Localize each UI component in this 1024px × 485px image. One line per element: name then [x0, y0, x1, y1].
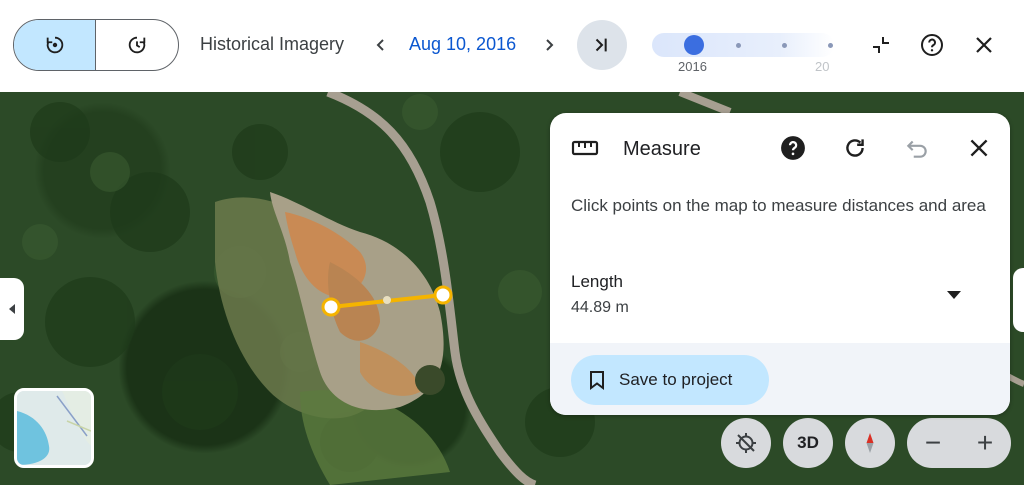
help-button[interactable] — [914, 27, 950, 63]
toolbar-title: Historical Imagery — [200, 34, 345, 54]
save-to-project-label: Save to project — [619, 370, 733, 389]
history-forward-icon — [128, 36, 146, 54]
right-panel-tab[interactable] — [1013, 268, 1024, 332]
close-icon — [976, 37, 992, 53]
close-icon — [970, 139, 988, 157]
measure-close-button[interactable] — [964, 133, 994, 163]
zoom-controls: − + — [907, 418, 1011, 468]
location-off-icon — [736, 433, 756, 453]
skip-to-end-icon — [595, 38, 607, 52]
previous-date-button[interactable] — [371, 33, 391, 57]
timeline-tick[interactable] — [782, 43, 787, 48]
imagery-mode-toggle — [13, 19, 179, 71]
timeline-year-label: 20 — [815, 59, 830, 74]
compass-button[interactable] — [845, 418, 895, 468]
zoom-out-button[interactable]: − — [907, 418, 959, 468]
timeline-handle[interactable] — [684, 35, 704, 55]
history-reverse-icon — [46, 36, 63, 54]
measure-panel: Measure Click points on the map to measu… — [550, 113, 1010, 415]
3d-label: 3D — [797, 433, 819, 452]
compass-icon — [866, 433, 874, 453]
collapse-icon — [873, 37, 889, 53]
chevron-left-icon — [376, 39, 384, 51]
ruler-icon — [571, 140, 599, 156]
next-date-button[interactable] — [539, 33, 559, 57]
dropdown-icon — [947, 291, 961, 299]
measure-title: Measure — [623, 138, 701, 160]
latest-mode-button[interactable] — [96, 20, 178, 70]
help-icon — [781, 136, 805, 160]
history-mode-button[interactable] — [14, 20, 96, 70]
skip-to-latest-button[interactable] — [577, 20, 627, 70]
selected-date[interactable]: Aug 10, 2016 — [409, 34, 516, 55]
collapse-button[interactable] — [863, 27, 899, 63]
timeline-slider[interactable] — [652, 33, 834, 57]
measure-help-button[interactable] — [778, 133, 808, 163]
help-icon — [921, 34, 943, 56]
caret-left-icon — [9, 304, 15, 314]
bookmark-icon — [590, 371, 604, 390]
units-dropdown[interactable] — [941, 285, 967, 305]
expand-sidebar-button[interactable] — [0, 278, 24, 340]
reset-icon — [846, 139, 864, 157]
length-label: Length — [571, 272, 623, 291]
my-location-button[interactable] — [721, 418, 771, 468]
timeline-year-label: 2016 — [678, 59, 707, 74]
measure-reset-button[interactable] — [840, 133, 870, 163]
historical-imagery-toolbar: Historical Imagery Aug 10, 2016 2016 20 — [0, 0, 1024, 92]
measure-panel-header: Measure — [550, 113, 1010, 183]
timeline-tick[interactable] — [828, 43, 833, 48]
length-value: 44.89 m — [571, 299, 629, 316]
zoom-in-button[interactable]: + — [959, 418, 1011, 468]
minimap[interactable] — [14, 388, 94, 468]
timeline-tick[interactable] — [736, 43, 741, 48]
measure-undo-button[interactable] — [902, 133, 932, 163]
close-button[interactable] — [966, 27, 1002, 63]
toggle-3d-button[interactable]: 3D — [783, 418, 833, 468]
measure-instructions: Click points on the map to measure dista… — [571, 196, 986, 215]
chevron-right-icon — [546, 39, 554, 51]
undo-icon — [906, 140, 927, 158]
save-to-project-button[interactable]: Save to project — [571, 355, 769, 405]
minimap-preview — [17, 391, 91, 465]
